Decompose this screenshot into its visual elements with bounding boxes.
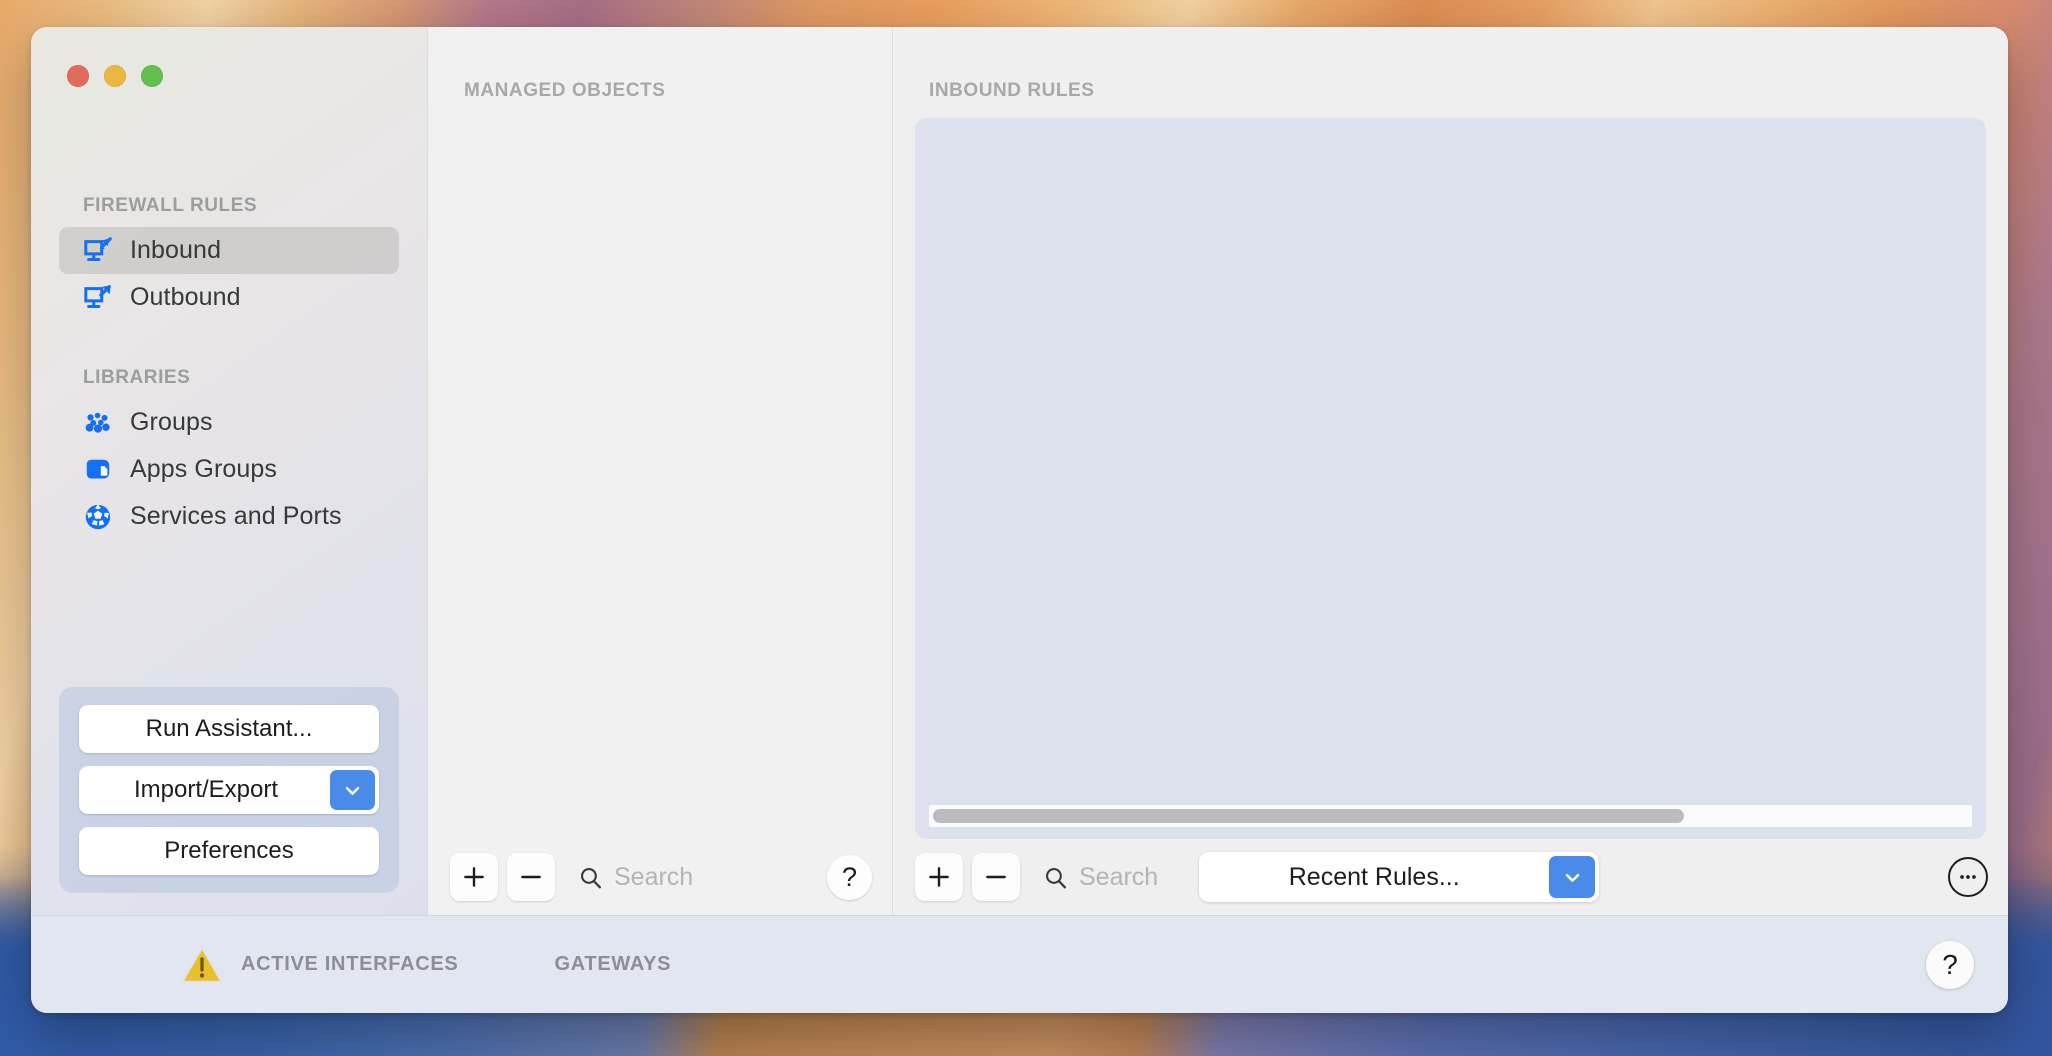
inbound-rules-header: INBOUND RULES [929, 80, 1095, 101]
sidebar-item-label: Outbound [130, 283, 241, 311]
sidebar-item-inbound[interactable]: Inbound [59, 227, 399, 274]
status-help-button[interactable]: ? [1926, 940, 1974, 989]
inbound-rules-search-placeholder: Search [1079, 862, 1159, 891]
sidebar-item-label: Groups [130, 408, 213, 436]
preferences-button[interactable]: Preferences [79, 827, 379, 875]
sidebar-item-label: Apps Groups [130, 455, 278, 483]
managed-objects-header: MANAGED OBJECTS [464, 80, 666, 101]
sidebar-section-firewall-rules: FIREWALL RULES [83, 195, 258, 216]
plus-icon [464, 867, 484, 887]
inbound-rules-column: INBOUND RULES Search Recent Rules... [892, 27, 2008, 915]
search-icon [581, 867, 602, 888]
sidebar-list-libraries: Groups Apps Groups Services and Ports [31, 399, 427, 540]
ellipsis-icon [1960, 875, 1976, 879]
display-inbound-icon [83, 236, 113, 266]
sidebar-item-label: Services and Ports [130, 502, 342, 530]
app-window: FIREWALL RULES Inbound Outbound LIBRARIE… [31, 27, 2008, 1013]
chevron-down-icon [1565, 873, 1580, 882]
display-outbound-icon [83, 283, 113, 313]
add-rule-button[interactable] [915, 853, 963, 901]
status-tab-label: ACTIVE INTERFACES [241, 953, 459, 975]
remove-rule-button[interactable] [972, 853, 1020, 901]
close-button[interactable] [67, 65, 89, 87]
groups-icon [83, 408, 113, 438]
managed-objects-list[interactable] [428, 102, 892, 839]
remove-managed-object-button[interactable] [507, 853, 555, 901]
sidebar-item-outbound[interactable]: Outbound [59, 274, 399, 321]
run-assistant-button[interactable]: Run Assistant... [79, 705, 379, 753]
minus-icon [521, 875, 541, 879]
traffic-lights [31, 27, 427, 87]
horizontal-scrollbar-thumb[interactable] [933, 809, 1684, 823]
apps-groups-icon [83, 455, 113, 485]
sidebar-item-services-and-ports[interactable]: Services and Ports [59, 493, 399, 540]
plus-icon [929, 867, 949, 887]
managed-objects-search-placeholder: Search [614, 862, 694, 891]
import-export-button[interactable]: Import/Export [79, 766, 379, 814]
services-ports-icon [83, 502, 113, 532]
sidebar: FIREWALL RULES Inbound Outbound LIBRARIE… [31, 27, 427, 915]
more-options-button[interactable] [1948, 857, 1988, 897]
import-export-label: Import/Export [133, 776, 279, 803]
minimize-button[interactable] [104, 65, 126, 87]
sidebar-item-groups[interactable]: Groups [59, 399, 399, 446]
add-managed-object-button[interactable] [450, 853, 498, 901]
chevron-down-icon [345, 786, 360, 795]
window-body: FIREWALL RULES Inbound Outbound LIBRARIE… [31, 27, 2008, 915]
recent-rules-button[interactable]: Recent Rules... [1199, 852, 1600, 902]
status-bar: ACTIVE INTERFACES GATEWAYS ? [31, 915, 2008, 1013]
managed-objects-help-button[interactable]: ? [827, 854, 872, 900]
inbound-rules-search-input[interactable]: Search [1043, 863, 1158, 892]
zoom-button[interactable] [141, 65, 163, 87]
status-tab-active-interfaces[interactable]: ACTIVE INTERFACES [179, 944, 458, 986]
managed-objects-column: MANAGED OBJECTS Search ? [427, 27, 892, 915]
sidebar-actions-panel: Run Assistant... Import/Export Preferenc… [59, 687, 399, 893]
sidebar-section-libraries: LIBRARIES [83, 367, 191, 388]
managed-objects-toolbar: Search ? [428, 839, 892, 915]
warning-triangle-icon [179, 944, 225, 986]
inbound-rules-pane[interactable] [915, 118, 1986, 839]
import-export-dropdown-button[interactable] [330, 770, 375, 810]
inbound-rules-toolbar: Search Recent Rules... [893, 839, 2008, 915]
recent-rules-label: Recent Rules... [1288, 862, 1460, 891]
sidebar-list-firewall: Inbound Outbound [31, 227, 427, 321]
desktop-background: FIREWALL RULES Inbound Outbound LIBRARIE… [0, 0, 2052, 1056]
recent-rules-dropdown-button[interactable] [1549, 856, 1596, 898]
status-tab-gateways[interactable]: GATEWAYS [554, 953, 671, 976]
horizontal-scrollbar[interactable] [929, 805, 1972, 827]
status-tab-label: GATEWAYS [554, 953, 672, 975]
search-icon [1046, 867, 1067, 888]
minus-icon [986, 875, 1006, 879]
managed-objects-search-input[interactable]: Search [578, 863, 818, 892]
sidebar-item-label: Inbound [130, 236, 222, 264]
sidebar-item-apps-groups[interactable]: Apps Groups [59, 446, 399, 493]
